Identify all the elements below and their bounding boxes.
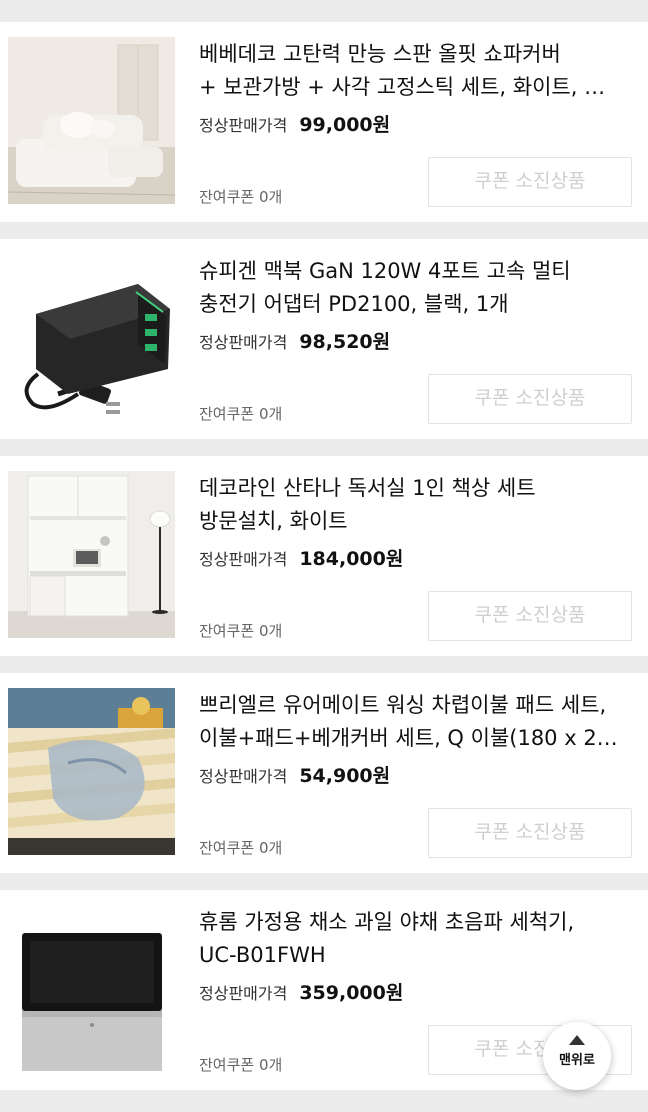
product-image-sofa[interactable]: [8, 37, 175, 204]
bedding-set-image: [8, 688, 175, 855]
product-card[interactable]: 슈피겐 맥북 GaN 120W 4포트 고속 멀티 충전기 어댑터 PD2100…: [0, 239, 648, 439]
price-label: 정상판매가격: [199, 984, 288, 1003]
arrow-up-icon: [569, 1035, 585, 1045]
remaining-coupon-text: 잔여쿠폰 0개: [199, 1056, 283, 1074]
product-title-line: 방문설치, 화이트: [199, 509, 348, 533]
coupon-exhausted-button[interactable]: 쿠폰 소진상품: [428, 374, 632, 424]
product-title[interactable]: 데코라인 산타나 독서실 1인 책상 세트 방문설치, 화이트: [199, 472, 637, 538]
product-image-desk[interactable]: [8, 471, 175, 638]
product-title-line: UC-B01FWH: [199, 943, 326, 967]
product-image-charger[interactable]: [8, 254, 175, 421]
price-label: 정상판매가격: [199, 116, 288, 135]
product-card[interactable]: 쁘리엘르 유어메이트 워싱 차렵이불 패드 세트, 이불+패드+베개커버 세트,…: [0, 673, 648, 873]
price-label: 정상판매가격: [199, 333, 288, 352]
coupon-exhausted-button[interactable]: 쿠폰 소진상품: [428, 808, 632, 858]
white-sofa-image: [8, 37, 175, 204]
price-label: 정상판매가격: [199, 767, 288, 786]
product-card[interactable]: 데코라인 산타나 독서실 1인 책상 세트 방문설치, 화이트 정상판매가격 1…: [0, 456, 648, 656]
product-title[interactable]: 쁘리엘르 유어메이트 워싱 차렵이불 패드 세트, 이불+패드+베개커버 세트,…: [199, 689, 637, 755]
black-charger-image: [8, 254, 175, 421]
remaining-coupon-text: 잔여쿠폰 0개: [199, 839, 283, 857]
remaining-coupon-text: 잔여쿠폰 0개: [199, 188, 283, 206]
price-row: 정상판매가격 184,000원: [199, 544, 403, 570]
product-image-washer[interactable]: [8, 905, 175, 1072]
product-card[interactable]: 베베데코 고탄력 만능 스판 올핏 쇼파커버 + 보관가방 + 사각 고정스틱 …: [0, 22, 648, 222]
scroll-to-top-button[interactable]: 맨위로: [543, 1022, 611, 1090]
price-row: 정상판매가격 99,000원: [199, 110, 390, 136]
price-row: 정상판매가격 359,000원: [199, 978, 403, 1004]
product-title-line: 베베데코 고탄력 만능 스판 올핏 쇼파커버: [199, 42, 561, 66]
price-label: 정상판매가격: [199, 550, 288, 569]
scroll-to-top-label: 맨위로: [559, 1053, 595, 1068]
product-title-line: + 보관가방 + 사각 고정스틱 세트, 화이트, …: [199, 75, 606, 99]
product-title[interactable]: 휴롬 가정용 채소 과일 야채 초음파 세척기, UC-B01FWH: [199, 906, 637, 972]
price-value: 99,000원: [299, 114, 391, 136]
product-title-line: 이불+패드+베개커버 세트, Q 이불(180 x 2…: [199, 726, 618, 750]
product-title[interactable]: 슈피겐 맥북 GaN 120W 4포트 고속 멀티 충전기 어댑터 PD2100…: [199, 255, 637, 321]
price-row: 정상판매가격 98,520원: [199, 327, 390, 353]
product-title-line: 휴롬 가정용 채소 과일 야채 초음파 세척기,: [199, 910, 575, 934]
product-title-line: 충전기 어댑터 PD2100, 블랙, 1개: [199, 292, 509, 316]
product-title[interactable]: 베베데코 고탄력 만능 스판 올핏 쇼파커버 + 보관가방 + 사각 고정스틱 …: [199, 38, 637, 104]
product-title-line: 슈피겐 맥북 GaN 120W 4포트 고속 멀티: [199, 259, 571, 283]
product-title-line: 데코라인 산타나 독서실 1인 책상 세트: [199, 476, 536, 500]
coupon-exhausted-button[interactable]: 쿠폰 소진상품: [428, 591, 632, 641]
white-desk-image: [8, 471, 175, 638]
price-row: 정상판매가격 54,900원: [199, 761, 390, 787]
remaining-coupon-text: 잔여쿠폰 0개: [199, 622, 283, 640]
product-title-line: 쁘리엘르 유어메이트 워싱 차렵이불 패드 세트,: [199, 693, 607, 717]
price-value: 54,900원: [299, 765, 391, 787]
price-value: 359,000원: [299, 982, 404, 1004]
price-value: 98,520원: [299, 331, 391, 353]
product-image-bedding[interactable]: [8, 688, 175, 855]
price-value: 184,000원: [299, 548, 404, 570]
ultrasonic-washer-image: [8, 905, 175, 1072]
coupon-exhausted-button[interactable]: 쿠폰 소진상품: [428, 157, 632, 207]
remaining-coupon-text: 잔여쿠폰 0개: [199, 405, 283, 423]
product-list: 베베데코 고탄력 만능 스판 올핏 쇼파커버 + 보관가방 + 사각 고정스틱 …: [0, 0, 648, 1112]
